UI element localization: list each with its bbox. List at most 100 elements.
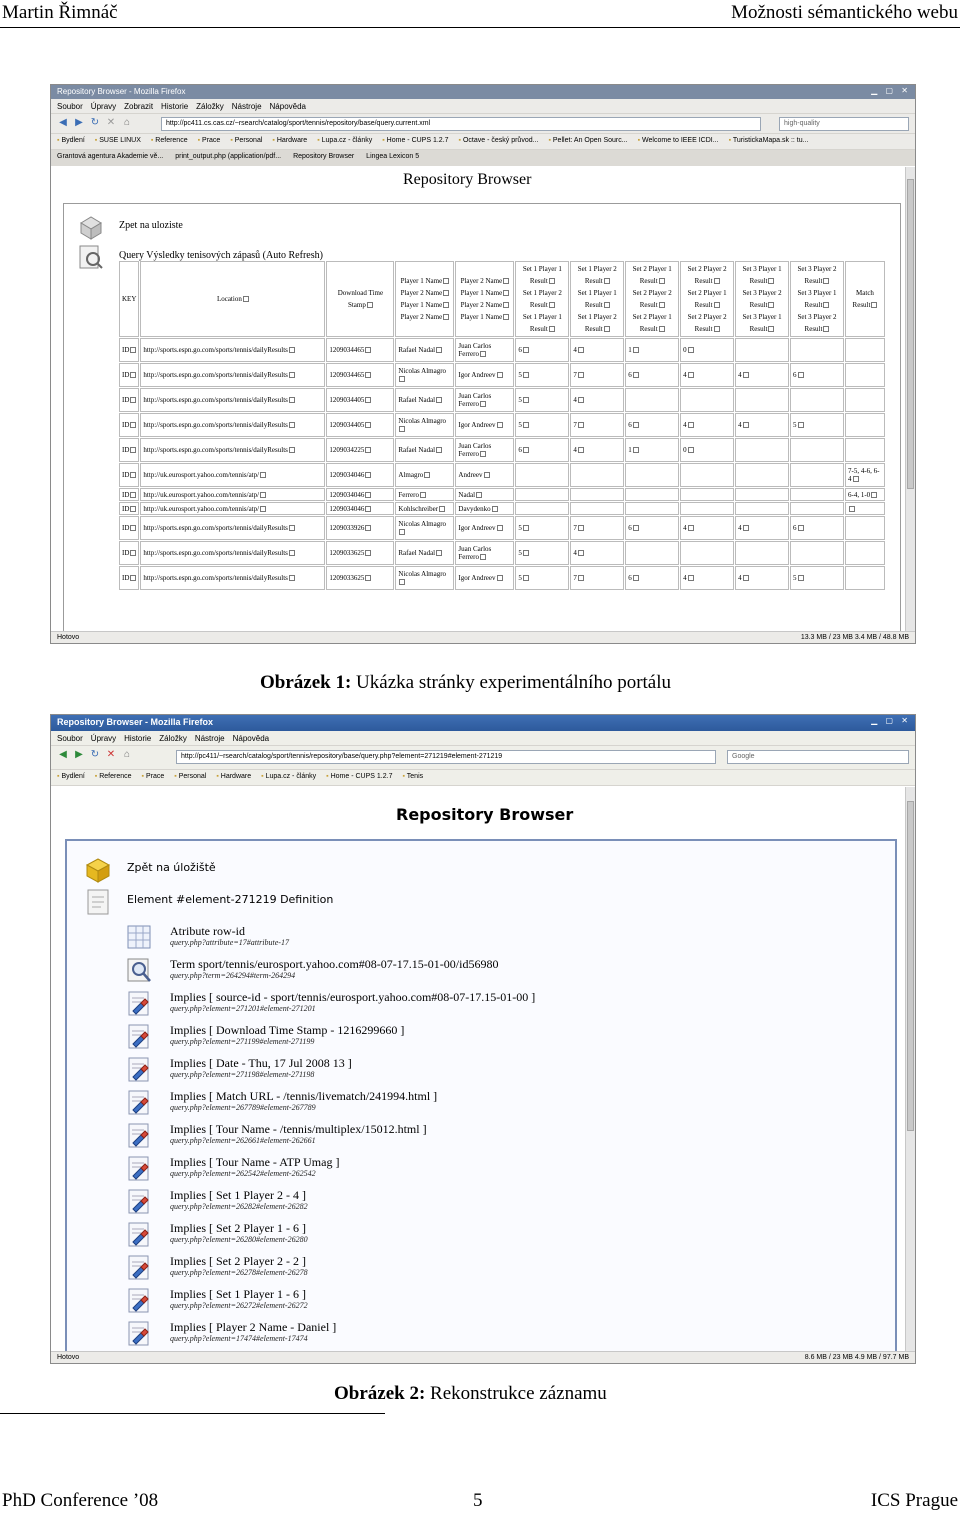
bookmark-item[interactable]: Lupa.cz - články (261, 773, 316, 780)
sort-icon[interactable] (823, 326, 830, 333)
home-icon[interactable]: ⌂ (121, 749, 133, 761)
edit-icon[interactable] (130, 347, 137, 354)
list-item[interactable]: Implies [ source-id - sport/tennis/euros… (125, 989, 885, 1019)
reload-icon[interactable]: ↻ (89, 749, 101, 761)
sort-icon[interactable] (503, 314, 510, 321)
edit-icon[interactable] (399, 529, 406, 536)
location-cell-text[interactable]: http://uk.eurosport.yahoo.com/tennis/atp… (143, 471, 259, 479)
reload-icon[interactable]: ↻ (89, 117, 101, 129)
edit-icon[interactable] (522, 447, 529, 454)
edit-icon[interactable] (365, 472, 372, 479)
location-cell-text[interactable]: http://sports.espn.go.com/sports/tennis/… (143, 574, 287, 582)
stop-icon[interactable]: ✕ (105, 117, 117, 129)
item-label[interactable]: Atribute row-id (170, 924, 245, 939)
edit-icon[interactable] (577, 447, 584, 454)
edit-icon[interactable] (399, 579, 406, 586)
edit-icon[interactable] (496, 575, 503, 582)
edit-icon[interactable] (797, 422, 804, 429)
edit-icon[interactable] (687, 347, 694, 354)
bookmark-item[interactable]: Personal (174, 773, 206, 780)
edit-icon[interactable] (399, 376, 406, 383)
bookmark-item[interactable]: TuristickaMapa.sk :: tu... (729, 137, 809, 144)
location-cell-text[interactable]: http://sports.espn.go.com/sports/tennis/… (143, 549, 287, 557)
edit-icon[interactable] (480, 351, 486, 358)
item-label[interactable]: Implies [ Set 2 Player 2 - 2 ] (170, 1254, 306, 1269)
bookmark-item[interactable]: Bydlení (57, 773, 85, 780)
edit-icon[interactable] (130, 447, 137, 454)
item-label[interactable]: Implies [ Tour Name - /tennis/multiplex/… (170, 1122, 427, 1137)
item-label[interactable]: Implies [ Set 1 Player 2 - 4 ] (170, 1188, 306, 1203)
sort-icon[interactable] (548, 302, 555, 309)
sort-icon[interactable] (768, 326, 775, 333)
window-controls[interactable]: ▁ ▢ ✕ (871, 86, 911, 95)
item-query-link[interactable]: query.php?element=17474#element-17474 (170, 1334, 308, 1343)
edit-icon[interactable] (491, 505, 498, 512)
edit-icon[interactable] (288, 575, 295, 582)
item-query-link[interactable]: query.php?element=26278#element-26278 (170, 1268, 308, 1277)
edit-icon[interactable] (522, 397, 529, 404)
edit-icon[interactable] (365, 372, 372, 379)
sort-icon[interactable] (503, 278, 510, 285)
sort-icon[interactable] (823, 302, 830, 309)
stop-icon[interactable]: ✕ (105, 749, 117, 761)
home-icon[interactable]: ⌂ (121, 117, 133, 129)
location-cell-text[interactable]: http://sports.espn.go.com/sports/tennis/… (143, 396, 287, 404)
edit-icon[interactable] (522, 347, 529, 354)
menu-item[interactable]: Historie (124, 734, 151, 743)
sort-icon[interactable] (603, 278, 610, 285)
edit-icon[interactable] (687, 447, 694, 454)
menu-item[interactable]: Nástroje (232, 102, 262, 111)
sort-icon[interactable] (503, 290, 510, 297)
sort-icon[interactable] (658, 302, 665, 309)
edit-icon[interactable] (480, 401, 486, 408)
edit-icon[interactable] (365, 491, 372, 498)
edit-icon[interactable] (365, 447, 372, 454)
sort-icon[interactable] (443, 314, 450, 321)
list-item[interactable]: Implies [ Tour Name - /tennis/multiplex/… (125, 1121, 885, 1151)
sort-icon[interactable] (658, 278, 665, 285)
back-to-repository-link[interactable]: Zpět na úložiště (127, 861, 216, 874)
item-label[interactable]: Implies [ Set 1 Player 1 - 6 ] (170, 1287, 306, 1302)
edit-icon[interactable] (365, 422, 372, 429)
bookmark-item[interactable]: Lupa.cz - články (317, 137, 372, 144)
edit-icon[interactable] (365, 525, 372, 532)
sort-icon[interactable] (443, 278, 450, 285)
tab[interactable]: Grantová agentura Akademie vě... (57, 153, 163, 160)
location-cell-text[interactable]: http://uk.eurosport.yahoo.com/tennis/atp… (143, 505, 259, 513)
item-label[interactable]: Term sport/tennis/eurosport.yahoo.com#08… (170, 957, 498, 972)
back-icon[interactable]: ◀ (57, 117, 69, 129)
sort-icon[interactable] (548, 326, 555, 333)
edit-icon[interactable] (288, 550, 295, 557)
edit-icon[interactable] (687, 575, 694, 582)
edit-icon[interactable] (522, 525, 529, 532)
menu-item[interactable]: Záložky (196, 102, 224, 111)
edit-icon[interactable] (365, 347, 372, 354)
item-query-link[interactable]: query.php?element=271198#element-271198 (170, 1070, 314, 1079)
back-to-repository-link[interactable]: Zpet na uloziste (119, 220, 183, 231)
edit-icon[interactable] (436, 397, 443, 404)
edit-icon[interactable] (365, 550, 372, 557)
edit-icon[interactable] (577, 422, 584, 429)
item-label[interactable]: Implies [ Date - Thu, 17 Jul 2008 13 ] (170, 1056, 352, 1071)
item-query-link[interactable]: query.php?element=267789#element-267789 (170, 1103, 316, 1112)
edit-icon[interactable] (687, 422, 694, 429)
edit-icon[interactable] (288, 397, 295, 404)
item-label[interactable]: Implies [ Tour Name - ATP Umag ] (170, 1155, 339, 1170)
list-item[interactable]: Implies [ Match URL - /tennis/livematch/… (125, 1088, 885, 1118)
menu-item[interactable]: Soubor (57, 102, 83, 111)
edit-icon[interactable] (288, 347, 295, 354)
menu-item[interactable]: Nápověda (270, 102, 306, 111)
location-cell-text[interactable]: http://sports.espn.go.com/sports/tennis/… (143, 421, 287, 429)
url-field[interactable]: http://pc411.cs.cas.cz/~rsearch/catalog/… (161, 117, 761, 131)
item-label[interactable]: Implies [ Match URL - /tennis/livematch/… (170, 1089, 437, 1104)
bookmark-item[interactable]: Hardware (216, 773, 251, 780)
search-field[interactable]: Google (727, 750, 909, 764)
edit-icon[interactable] (436, 347, 443, 354)
edit-icon[interactable] (436, 550, 443, 557)
item-query-link[interactable]: query.php?element=262542#element-262542 (170, 1169, 316, 1178)
item-label[interactable]: Implies [ Download Time Stamp - 12162996… (170, 1023, 404, 1038)
list-item[interactable]: Implies [ Set 2 Player 1 - 6 ] query.php?… (125, 1220, 885, 1250)
edit-icon[interactable] (260, 472, 267, 479)
tab[interactable]: print_output.php (application/pdf... (175, 153, 281, 160)
edit-icon[interactable] (522, 575, 529, 582)
